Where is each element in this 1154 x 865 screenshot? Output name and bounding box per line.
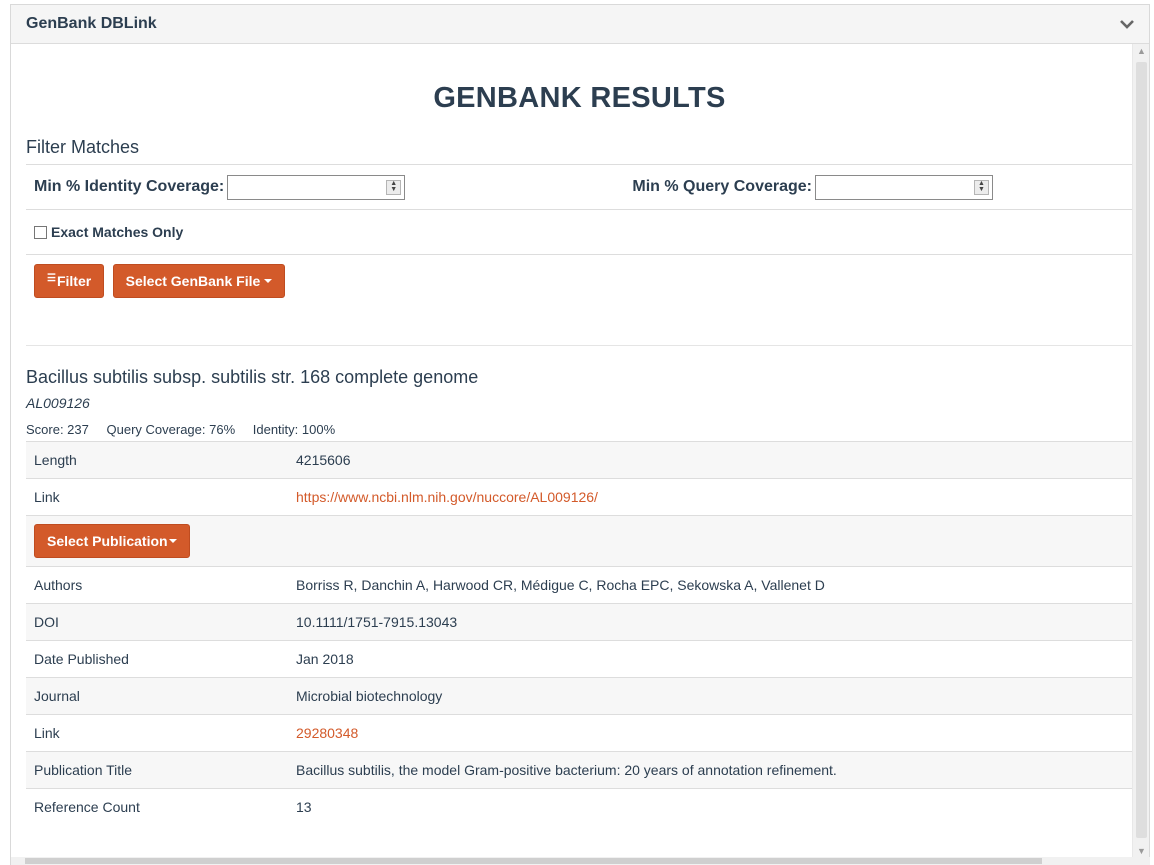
table-row: DOI 10.1111/1751-7915.13043 — [26, 603, 1133, 641]
table-row: Reference Count 13 — [26, 788, 1133, 826]
link-label: Link — [26, 478, 288, 516]
table-row: Authors Borriss R, Danchin A, Harwood CR,… — [26, 566, 1133, 604]
table-row: Journal Microbial biotechnology — [26, 677, 1133, 715]
table-row: Publication Title Bacillus subtilis, the … — [26, 751, 1133, 789]
result-title: Bacillus subtilis subsp. subtilis str. 1… — [26, 367, 479, 387]
exact-matches-label[interactable]: Exact Matches Only — [51, 224, 183, 240]
select-genbank-file-button[interactable]: Select GenBank File — [112, 264, 286, 298]
spinner-icon[interactable]: ▲ ▼ — [386, 179, 402, 195]
query-coverage: Query Coverage: 76% — [106, 422, 236, 437]
table-row: Date Published Jan 2018 — [26, 640, 1133, 678]
page-title: GENBANK RESULTS — [433, 82, 726, 114]
horizontal-scrollbar[interactable] — [11, 857, 1150, 865]
publication-field-value: 10.1111/1751-7915.13043 — [288, 603, 1133, 641]
identity: Identity: 100% — [252, 422, 336, 437]
publication-field-value: 29280348 — [288, 714, 1133, 752]
table-row: Link 29280348 — [26, 714, 1133, 752]
filter-icon: ☰ — [47, 272, 56, 284]
query-coverage-input[interactable]: ▲ ▼ — [815, 174, 993, 200]
publication-field-label: DOI — [26, 603, 288, 641]
caret-down-icon — [264, 279, 273, 283]
accession-id: AL009126 — [26, 395, 90, 411]
publication-field-value: 13 — [288, 788, 1133, 826]
scrollbar-thumb[interactable] — [1136, 62, 1147, 838]
caret-down-icon — [168, 539, 177, 543]
exact-matches-row: Exact Matches Only — [26, 209, 1133, 254]
publication-field-value: Borriss R, Danchin A, Harwood CR, Médigu… — [288, 566, 1133, 604]
table-row: Length 4215606 — [26, 441, 1133, 479]
query-coverage-group: Min % Query Coverage: ▲ ▼ — [624, 174, 1133, 200]
coverage-filter-row: Min % Identity Coverage: ▲ ▼ Min % Query … — [26, 164, 1133, 209]
filter-title: Filter Matches — [26, 137, 140, 157]
publication-field-label: Publication Title — [26, 751, 288, 789]
query-coverage-label: Min % Query Coverage: — [632, 178, 812, 195]
publication-field-value: Jan 2018 — [288, 640, 1133, 678]
select-genbank-file-label: Select GenBank File — [125, 273, 261, 289]
spinner-icon[interactable]: ▲ ▼ — [974, 179, 989, 195]
publication-field-label: Date Published — [26, 640, 288, 678]
publication-field-label: Journal — [26, 677, 288, 715]
identity-coverage-group: Min % Identity Coverage: ▲ ▼ — [26, 174, 406, 200]
length-value: 4215606 — [288, 441, 1133, 479]
length-label: Length — [26, 441, 288, 479]
exact-matches-checkbox[interactable] — [34, 225, 47, 239]
scroll-up-icon[interactable]: ▲ — [1137, 47, 1146, 56]
identity-coverage-label: Min % Identity Coverage: — [34, 178, 225, 195]
publication-field-label: Link — [26, 714, 288, 752]
publication-field-label: Reference Count — [26, 788, 288, 826]
scroll-down-icon[interactable]: ▼ — [1137, 847, 1146, 856]
filter-buttons-row: ☰ Filter Select GenBank File — [26, 254, 1133, 345]
panel-title: GenBank DBLink — [26, 15, 157, 32]
result-stats: Score: 237 Query Coverage: 76% Identity:… — [26, 422, 1133, 438]
publication-field-value: Microbial biotechnology — [288, 677, 1133, 715]
filter-button-label: Filter — [56, 273, 92, 289]
select-publication-label: Select Publication — [47, 533, 168, 549]
panel-body: GENBANK RESULTS Filter Matches Min % Ide… — [11, 44, 1133, 858]
select-publication-button[interactable]: Select Publication — [34, 524, 190, 558]
chevron-down-icon[interactable] — [1119, 16, 1135, 32]
table-row: Link https://www.ncbi.nlm.nih.gov/nuccor… — [26, 478, 1133, 516]
nuccore-link[interactable]: https://www.ncbi.nlm.nih.gov/nuccore/AL0… — [296, 489, 598, 505]
genbank-dblink-panel: GenBank DBLink GENBANK RESULTS Filter Ma… — [10, 4, 1150, 865]
pubmed-link[interactable]: 29280348 — [296, 725, 358, 741]
result-details-table: Length 4215606 Link https://www.ncbi.nlm… — [26, 441, 1133, 826]
score: Score: 237 — [26, 422, 89, 437]
filter-button[interactable]: ☰ Filter — [34, 264, 105, 298]
identity-coverage-input[interactable]: ▲ ▼ — [227, 174, 406, 200]
select-publication-row: Select Publication — [26, 515, 1133, 567]
divider — [26, 345, 1133, 346]
publication-field-value: Bacillus subtilis, the model Gram-positi… — [288, 751, 1133, 789]
publication-field-label: Authors — [26, 566, 288, 604]
vertical-scrollbar[interactable]: ▲ ▼ — [1132, 44, 1149, 858]
scrollbar-thumb[interactable] — [25, 858, 1042, 864]
panel-header[interactable]: GenBank DBLink — [11, 5, 1149, 44]
